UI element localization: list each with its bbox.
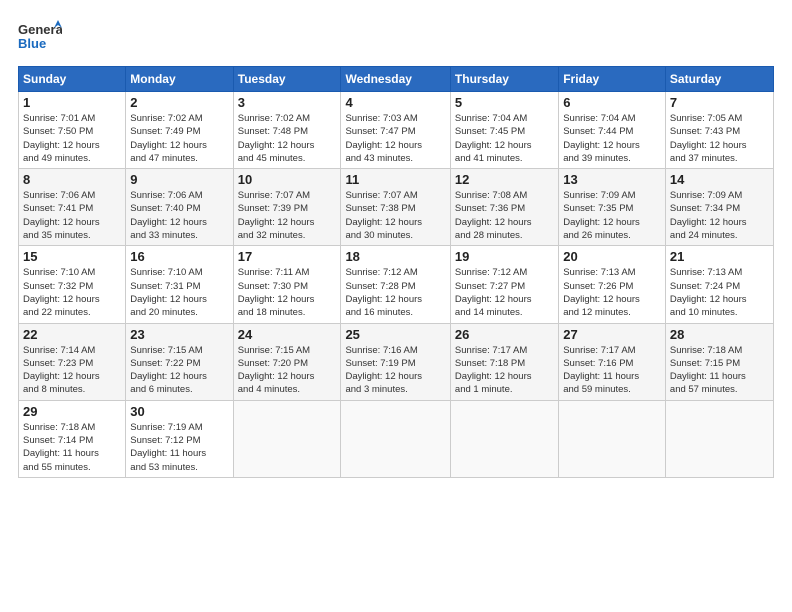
table-row: 19Sunrise: 7:12 AMSunset: 7:27 PMDayligh… <box>450 246 558 323</box>
table-row: 10Sunrise: 7:07 AMSunset: 7:39 PMDayligh… <box>233 169 341 246</box>
table-row: 14Sunrise: 7:09 AMSunset: 7:34 PMDayligh… <box>665 169 773 246</box>
calendar-week-4: 29Sunrise: 7:18 AMSunset: 7:14 PMDayligh… <box>19 400 774 477</box>
page: General Blue SundayMondayTuesdayWednesda… <box>0 0 792 612</box>
table-row: 8Sunrise: 7:06 AMSunset: 7:41 PMDaylight… <box>19 169 126 246</box>
table-row: 23Sunrise: 7:15 AMSunset: 7:22 PMDayligh… <box>126 323 233 400</box>
table-row <box>665 400 773 477</box>
table-row: 20Sunrise: 7:13 AMSunset: 7:26 PMDayligh… <box>559 246 666 323</box>
table-row: 18Sunrise: 7:12 AMSunset: 7:28 PMDayligh… <box>341 246 450 323</box>
table-row: 4Sunrise: 7:03 AMSunset: 7:47 PMDaylight… <box>341 92 450 169</box>
table-row: 26Sunrise: 7:17 AMSunset: 7:18 PMDayligh… <box>450 323 558 400</box>
table-row: 27Sunrise: 7:17 AMSunset: 7:16 PMDayligh… <box>559 323 666 400</box>
table-row: 9Sunrise: 7:06 AMSunset: 7:40 PMDaylight… <box>126 169 233 246</box>
table-row: 2Sunrise: 7:02 AMSunset: 7:49 PMDaylight… <box>126 92 233 169</box>
logo-svg: General Blue <box>18 18 62 56</box>
calendar-week-1: 8Sunrise: 7:06 AMSunset: 7:41 PMDaylight… <box>19 169 774 246</box>
table-row: 12Sunrise: 7:08 AMSunset: 7:36 PMDayligh… <box>450 169 558 246</box>
svg-text:Blue: Blue <box>18 36 46 51</box>
table-row: 24Sunrise: 7:15 AMSunset: 7:20 PMDayligh… <box>233 323 341 400</box>
table-row <box>233 400 341 477</box>
calendar-week-3: 22Sunrise: 7:14 AMSunset: 7:23 PMDayligh… <box>19 323 774 400</box>
day-header-saturday: Saturday <box>665 67 773 92</box>
table-row: 11Sunrise: 7:07 AMSunset: 7:38 PMDayligh… <box>341 169 450 246</box>
header: General Blue <box>18 18 774 56</box>
table-row <box>450 400 558 477</box>
table-row: 3Sunrise: 7:02 AMSunset: 7:48 PMDaylight… <box>233 92 341 169</box>
table-row: 7Sunrise: 7:05 AMSunset: 7:43 PMDaylight… <box>665 92 773 169</box>
calendar-week-0: 1Sunrise: 7:01 AMSunset: 7:50 PMDaylight… <box>19 92 774 169</box>
table-row: 30Sunrise: 7:19 AMSunset: 7:12 PMDayligh… <box>126 400 233 477</box>
day-header-wednesday: Wednesday <box>341 67 450 92</box>
calendar-body: 1Sunrise: 7:01 AMSunset: 7:50 PMDaylight… <box>19 92 774 478</box>
table-row: 17Sunrise: 7:11 AMSunset: 7:30 PMDayligh… <box>233 246 341 323</box>
table-row: 13Sunrise: 7:09 AMSunset: 7:35 PMDayligh… <box>559 169 666 246</box>
table-row: 16Sunrise: 7:10 AMSunset: 7:31 PMDayligh… <box>126 246 233 323</box>
day-header-thursday: Thursday <box>450 67 558 92</box>
day-header-monday: Monday <box>126 67 233 92</box>
calendar-header-row: SundayMondayTuesdayWednesdayThursdayFrid… <box>19 67 774 92</box>
table-row: 29Sunrise: 7:18 AMSunset: 7:14 PMDayligh… <box>19 400 126 477</box>
logo: General Blue <box>18 18 62 56</box>
table-row: 25Sunrise: 7:16 AMSunset: 7:19 PMDayligh… <box>341 323 450 400</box>
table-row: 1Sunrise: 7:01 AMSunset: 7:50 PMDaylight… <box>19 92 126 169</box>
table-row <box>559 400 666 477</box>
table-row: 21Sunrise: 7:13 AMSunset: 7:24 PMDayligh… <box>665 246 773 323</box>
day-header-sunday: Sunday <box>19 67 126 92</box>
day-header-tuesday: Tuesday <box>233 67 341 92</box>
table-row <box>341 400 450 477</box>
calendar-week-2: 15Sunrise: 7:10 AMSunset: 7:32 PMDayligh… <box>19 246 774 323</box>
table-row: 6Sunrise: 7:04 AMSunset: 7:44 PMDaylight… <box>559 92 666 169</box>
svg-text:General: General <box>18 22 62 37</box>
calendar-table: SundayMondayTuesdayWednesdayThursdayFrid… <box>18 66 774 478</box>
table-row: 5Sunrise: 7:04 AMSunset: 7:45 PMDaylight… <box>450 92 558 169</box>
day-header-friday: Friday <box>559 67 666 92</box>
table-row: 15Sunrise: 7:10 AMSunset: 7:32 PMDayligh… <box>19 246 126 323</box>
table-row: 28Sunrise: 7:18 AMSunset: 7:15 PMDayligh… <box>665 323 773 400</box>
table-row: 22Sunrise: 7:14 AMSunset: 7:23 PMDayligh… <box>19 323 126 400</box>
